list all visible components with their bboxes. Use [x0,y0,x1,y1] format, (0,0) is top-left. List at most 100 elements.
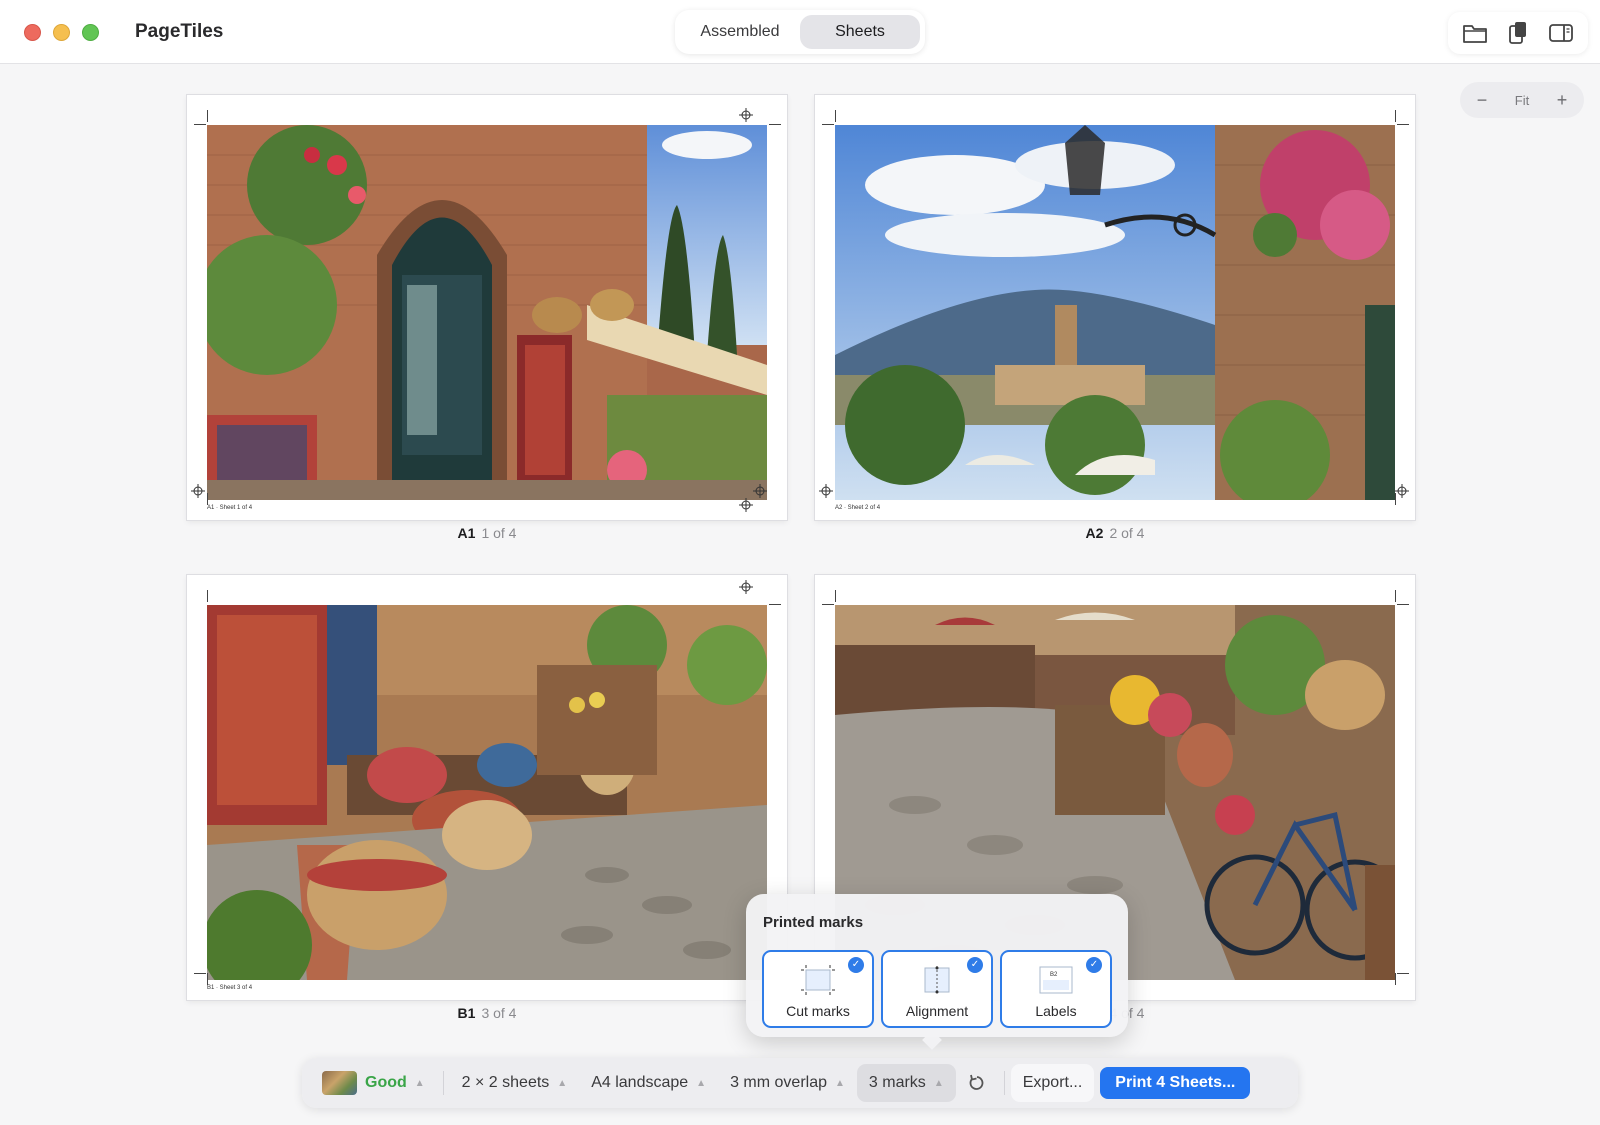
crop-mark [1397,973,1409,974]
checkmark-icon: ✓ [967,957,983,973]
labels-icon-text: B2 [1050,972,1058,978]
registration-mark-icon [739,580,753,594]
sheet-a2[interactable]: A2 · Sheet 2 of 4 [815,95,1415,520]
crop-mark [207,590,208,602]
quality-status: Good [365,1074,407,1091]
crop-mark [1395,590,1396,602]
app-title: PageTiles [135,21,224,42]
sidebar-icon [1548,24,1573,42]
checkmark-icon: ✓ [848,957,864,973]
registration-mark-icon [753,484,767,498]
registration-mark-icon [1395,484,1409,498]
title-bar: PageTiles Assembled Sheets [0,0,1600,64]
view-segmented-control: Assembled Sheets [675,10,925,54]
zoom-window-button[interactable] [82,24,99,41]
zoom-fit-button[interactable]: Fit [1515,93,1529,108]
grid-label: 2 × 2 sheets [461,1074,550,1091]
crop-mark [835,590,836,602]
grid-menu[interactable]: 2 × 2 sheets ▲ [450,1064,580,1102]
crop-mark [835,110,836,122]
crop-mark [1397,604,1409,605]
marks-menu[interactable]: 3 marks ▲ [856,1064,956,1102]
sheet-id: A1 [457,525,476,541]
paper-label: A4 landscape [591,1074,689,1091]
option-label: Alignment [905,1003,969,1019]
sheet-caption: A2 2 of 4 [815,525,1415,541]
sheet-photo-shop-facade [207,125,767,500]
crop-mark [1395,973,1396,985]
sheet-photo-hill-town [835,125,1395,500]
sheet-position: 1 of 4 [481,525,517,541]
close-window-button[interactable] [24,24,41,41]
sheet-a1[interactable]: A1 · Sheet 1 of 4 [187,95,787,520]
crop-mark [194,973,206,974]
marks-label: 3 marks [868,1074,926,1091]
option-label: Cut marks [786,1003,850,1019]
overlap-menu[interactable]: 3 mm overlap ▲ [718,1064,857,1102]
minimize-window-button[interactable] [53,24,70,41]
crop-mark [207,973,208,985]
crop-mark [207,493,208,505]
crop-mark [822,124,834,125]
crop-mark [822,604,834,605]
registration-mark-icon [191,484,205,498]
checkmark-icon: ✓ [1086,957,1102,973]
sheet-tiny-label: A2 · Sheet 2 of 4 [835,505,881,511]
alignment-option[interactable]: ✓ Alignment [881,950,993,1028]
cut-marks-icon [801,965,835,995]
sheet-position: 3 of 4 [481,1005,517,1021]
tab-sheets[interactable]: Sheets [800,15,920,49]
chevron-up-icon: ▲ [933,1077,944,1089]
overlap-label: 3 mm overlap [730,1074,827,1091]
labels-option[interactable]: B2 ✓ Labels [1000,950,1112,1028]
chevron-up-icon: ▲ [835,1077,845,1089]
printed-marks-popover: Printed marks ✓ Cut marks ✓ Alignment B2… [746,894,1128,1037]
chevron-up-icon: ▲ [557,1077,568,1089]
crop-mark [1395,110,1396,122]
zoom-out-button[interactable]: − [1472,90,1492,111]
source-thumbnail [322,1071,357,1095]
sheet-photo-baskets [207,605,767,980]
zoom-in-button[interactable]: + [1552,90,1572,111]
tab-assembled[interactable]: Assembled [680,15,800,49]
registration-mark-icon [739,498,753,512]
chevron-up-icon: ▲ [696,1077,707,1089]
folder-icon [1463,25,1488,43]
sheet-tiny-label: B1 · Sheet 3 of 4 [207,985,253,991]
alignment-icon [924,966,950,994]
open-folder-button[interactable] [1457,17,1493,49]
source-quality-menu[interactable]: Good ▲ [310,1064,437,1102]
sheet-id: B1 [457,1005,476,1021]
print-button[interactable]: Print 4 Sheets... [1100,1067,1251,1099]
crop-mark [194,124,206,125]
sheet-caption: A1 1 of 4 [187,525,787,541]
zoom-control: − Fit + [1460,82,1584,118]
paper-menu[interactable]: A4 landscape ▲ [579,1064,718,1102]
cut-marks-option[interactable]: ✓ Cut marks [762,950,874,1028]
toolbar-divider [442,1071,444,1095]
option-label: Labels [1035,1003,1077,1019]
chevron-up-icon: ▲ [414,1077,425,1089]
toolbar-icon-group [1448,12,1588,54]
registration-mark-icon [739,108,753,122]
sheet-tiny-label: A1 · Sheet 1 of 4 [207,505,253,511]
bottom-toolbar: Good ▲ 2 × 2 sheets ▲ A4 landscape ▲ 3 m… [302,1058,1298,1108]
sheet-caption: B1 3 of 4 [187,1005,787,1021]
sheet-position: 2 of 4 [1109,525,1145,541]
reset-button[interactable] [956,1064,998,1102]
crop-mark [207,110,208,122]
crop-mark [1397,124,1409,125]
sheets-copy-button[interactable] [1500,17,1536,49]
crop-mark [769,124,781,125]
sidebar-toggle-button[interactable] [1543,17,1579,49]
popover-title: Printed marks [763,914,864,931]
registration-mark-icon [819,484,833,498]
export-button[interactable]: Export... [1010,1064,1095,1102]
sheet-id: A2 [1085,525,1104,541]
labels-icon: B2 [1039,966,1073,994]
sheets-copy-icon [1509,22,1526,44]
crop-mark [769,604,781,605]
sheet-b1[interactable]: B1 · Sheet 3 of 4 [187,575,787,1000]
toolbar-divider [1003,1071,1005,1095]
reset-icon [969,1074,984,1090]
